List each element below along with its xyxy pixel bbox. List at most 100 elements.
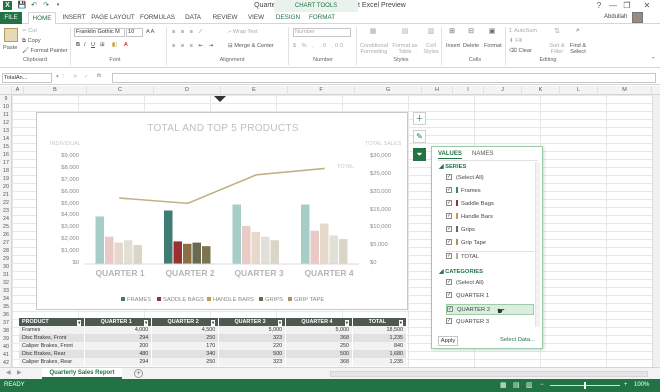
chart-styles-brush-icon[interactable]: ✎ xyxy=(413,130,426,143)
row-header[interactable]: 40 xyxy=(0,343,12,351)
row-header[interactable]: 19 xyxy=(0,175,12,183)
table-cell[interactable]: 1,235 xyxy=(352,358,407,366)
table-cell[interactable]: 5,000 xyxy=(285,326,354,334)
row-header[interactable]: 41 xyxy=(0,351,12,359)
sheet-nav-right-icon[interactable]: ▶ xyxy=(17,369,22,376)
bar-saddle-bags[interactable] xyxy=(310,230,320,264)
sort-filter-button[interactable]: Sort & Filter xyxy=(548,43,566,55)
horizontal-scrollbar[interactable] xyxy=(330,371,648,377)
wrap-text-button[interactable]: ⤶ Wrap Text xyxy=(228,29,258,36)
categories-section-header[interactable]: ◢ CATEGORIES xyxy=(439,269,483,275)
total-line[interactable] xyxy=(119,167,325,205)
conditional-formatting-button[interactable]: Conditional Formatting xyxy=(358,43,390,55)
table-cell[interactable]: Frames xyxy=(19,326,86,334)
row-header[interactable]: 22 xyxy=(0,199,12,207)
name-box[interactable]: TotalAn... xyxy=(2,73,52,83)
restore-icon[interactable]: ❐ xyxy=(620,1,634,10)
legend-item-saddle-bags[interactable]: SADDLE BAGS xyxy=(157,297,204,303)
row-header[interactable]: 31 xyxy=(0,271,12,279)
select-data-link[interactable]: Select Data... xyxy=(500,337,535,343)
series-filter-item[interactable]: ✓ Grips xyxy=(446,225,534,236)
column-header[interactable]: I xyxy=(453,86,484,95)
table-header-cell[interactable]: TOTAL ▾ xyxy=(352,318,407,326)
fill-color-icon[interactable]: ◧ xyxy=(112,42,117,48)
tab-values[interactable]: VALUES xyxy=(438,151,462,159)
italic-button[interactable]: I xyxy=(84,42,86,48)
fx-icon[interactable]: fx xyxy=(97,73,101,79)
paste-icon[interactable] xyxy=(4,28,18,42)
column-header[interactable]: B xyxy=(24,86,87,95)
column-header[interactable]: H xyxy=(422,86,453,95)
conditional-formatting-icon[interactable]: ▦ xyxy=(366,27,380,39)
user-name[interactable]: Abdullah xyxy=(604,14,627,20)
table-header-cell[interactable]: QUARTER 1 ▾ xyxy=(84,318,153,326)
format-painter-button[interactable]: 🖌 Format Painter xyxy=(22,48,68,54)
bold-button[interactable]: B xyxy=(76,42,80,48)
format-as-table-icon[interactable]: ▤ xyxy=(398,27,412,39)
number-format-icons[interactable]: $ % , .0 .00 xyxy=(293,43,345,49)
row-header[interactable]: 27 xyxy=(0,239,12,247)
checkbox-checked-icon[interactable]: ✓ xyxy=(446,213,452,220)
bar-handle-bars[interactable] xyxy=(251,231,261,264)
close-icon[interactable]: ✕ xyxy=(640,1,654,10)
legend-item-frames[interactable]: FRAMES xyxy=(121,297,151,303)
row-header[interactable]: 29 xyxy=(0,255,12,263)
filter-scrollbar[interactable] xyxy=(535,162,540,327)
row-header[interactable]: 23 xyxy=(0,207,12,215)
table-cell[interactable]: 840 xyxy=(352,342,407,350)
table-header-cell[interactable]: QUARTER 2 ▾ xyxy=(151,318,220,326)
normal-view-icon[interactable]: ▦ xyxy=(500,379,507,392)
sheet-nav-left-icon[interactable]: ◀ xyxy=(6,369,11,376)
new-sheet-button[interactable]: + xyxy=(134,369,143,378)
merge-center-button[interactable]: ⊟ Merge & Center xyxy=(228,43,274,49)
page-layout-view-icon[interactable]: ▤ xyxy=(513,379,520,392)
collapse-ribbon-icon[interactable]: ⌃ xyxy=(651,57,656,63)
table-cell[interactable]: 500 xyxy=(285,350,354,358)
bar-handle-bars[interactable] xyxy=(183,243,192,264)
table-cell[interactable]: 170 xyxy=(151,342,220,350)
bar-frames[interactable] xyxy=(164,210,173,265)
table-cell[interactable]: 368 xyxy=(285,358,354,366)
bar-saddle-bags[interactable] xyxy=(173,241,183,264)
filter-dropdown-icon[interactable]: ▾ xyxy=(398,319,403,326)
minimize-icon[interactable]: — xyxy=(606,1,620,10)
table-cell[interactable]: 4,000 xyxy=(84,326,153,334)
row-header[interactable]: 15 xyxy=(0,143,12,151)
table-cell[interactable]: 340 xyxy=(151,350,220,358)
column-header[interactable]: L xyxy=(560,86,598,95)
table-cell[interactable]: 220 xyxy=(218,342,287,350)
number-format-select[interactable]: Number xyxy=(293,28,351,37)
row-header[interactable]: 35 xyxy=(0,303,12,311)
table-cell[interactable]: Caliper Brakes, Front xyxy=(19,342,86,350)
sheet-tab-quarterly-sales-report[interactable]: Quarterly Sales Report xyxy=(42,368,122,379)
checkbox-checked-icon[interactable]: ✓ xyxy=(446,174,452,181)
chart[interactable]: TOTAL AND TOP 5 PRODUCTS INDIVIDUAL TOTA… xyxy=(36,112,408,310)
filter-dropdown-icon[interactable]: ▾ xyxy=(344,319,350,326)
cell-styles-icon[interactable]: ▥ xyxy=(424,27,438,39)
tab-formulas[interactable]: FORMULAS xyxy=(139,12,176,24)
cut-button[interactable]: ✂ Cut xyxy=(22,28,37,34)
table-cell[interactable]: 294 xyxy=(84,334,153,342)
column-header[interactable]: M xyxy=(598,86,652,95)
bar-handle-bars[interactable] xyxy=(320,223,329,264)
table-cell[interactable]: 200 xyxy=(84,342,153,350)
row-header[interactable]: 30 xyxy=(0,263,12,271)
table-cell[interactable]: 5,000 xyxy=(218,326,287,334)
legend-item-grips[interactable]: GRIPS xyxy=(259,297,283,303)
row-header[interactable]: 36 xyxy=(0,311,12,319)
cell-styles-button[interactable]: Cell Styles xyxy=(420,43,442,55)
tab-insert[interactable]: INSERT xyxy=(60,12,88,24)
series-filter-item[interactable]: ✓ (Select All) xyxy=(446,173,534,184)
grow-font-icon[interactable]: A A xyxy=(146,29,154,35)
table-cell[interactable]: 323 xyxy=(218,334,287,342)
insert-cells-button[interactable]: Insert xyxy=(446,43,460,49)
bar-handle-bars[interactable] xyxy=(114,242,124,264)
column-header[interactable]: C xyxy=(87,86,154,95)
autosum-button[interactable]: Σ AutoSum xyxy=(509,28,537,34)
copy-button[interactable]: ⧉ Copy xyxy=(22,38,41,45)
font-name-select[interactable]: Franklin Gothic M xyxy=(74,28,125,37)
checkbox-checked-icon[interactable]: ✓ xyxy=(446,239,452,246)
table-cell[interactable]: 368 xyxy=(285,334,354,342)
series-filter-item[interactable]: ✓ Grip Tape xyxy=(446,238,534,249)
checkbox-checked-icon[interactable]: ✓ xyxy=(446,200,452,207)
